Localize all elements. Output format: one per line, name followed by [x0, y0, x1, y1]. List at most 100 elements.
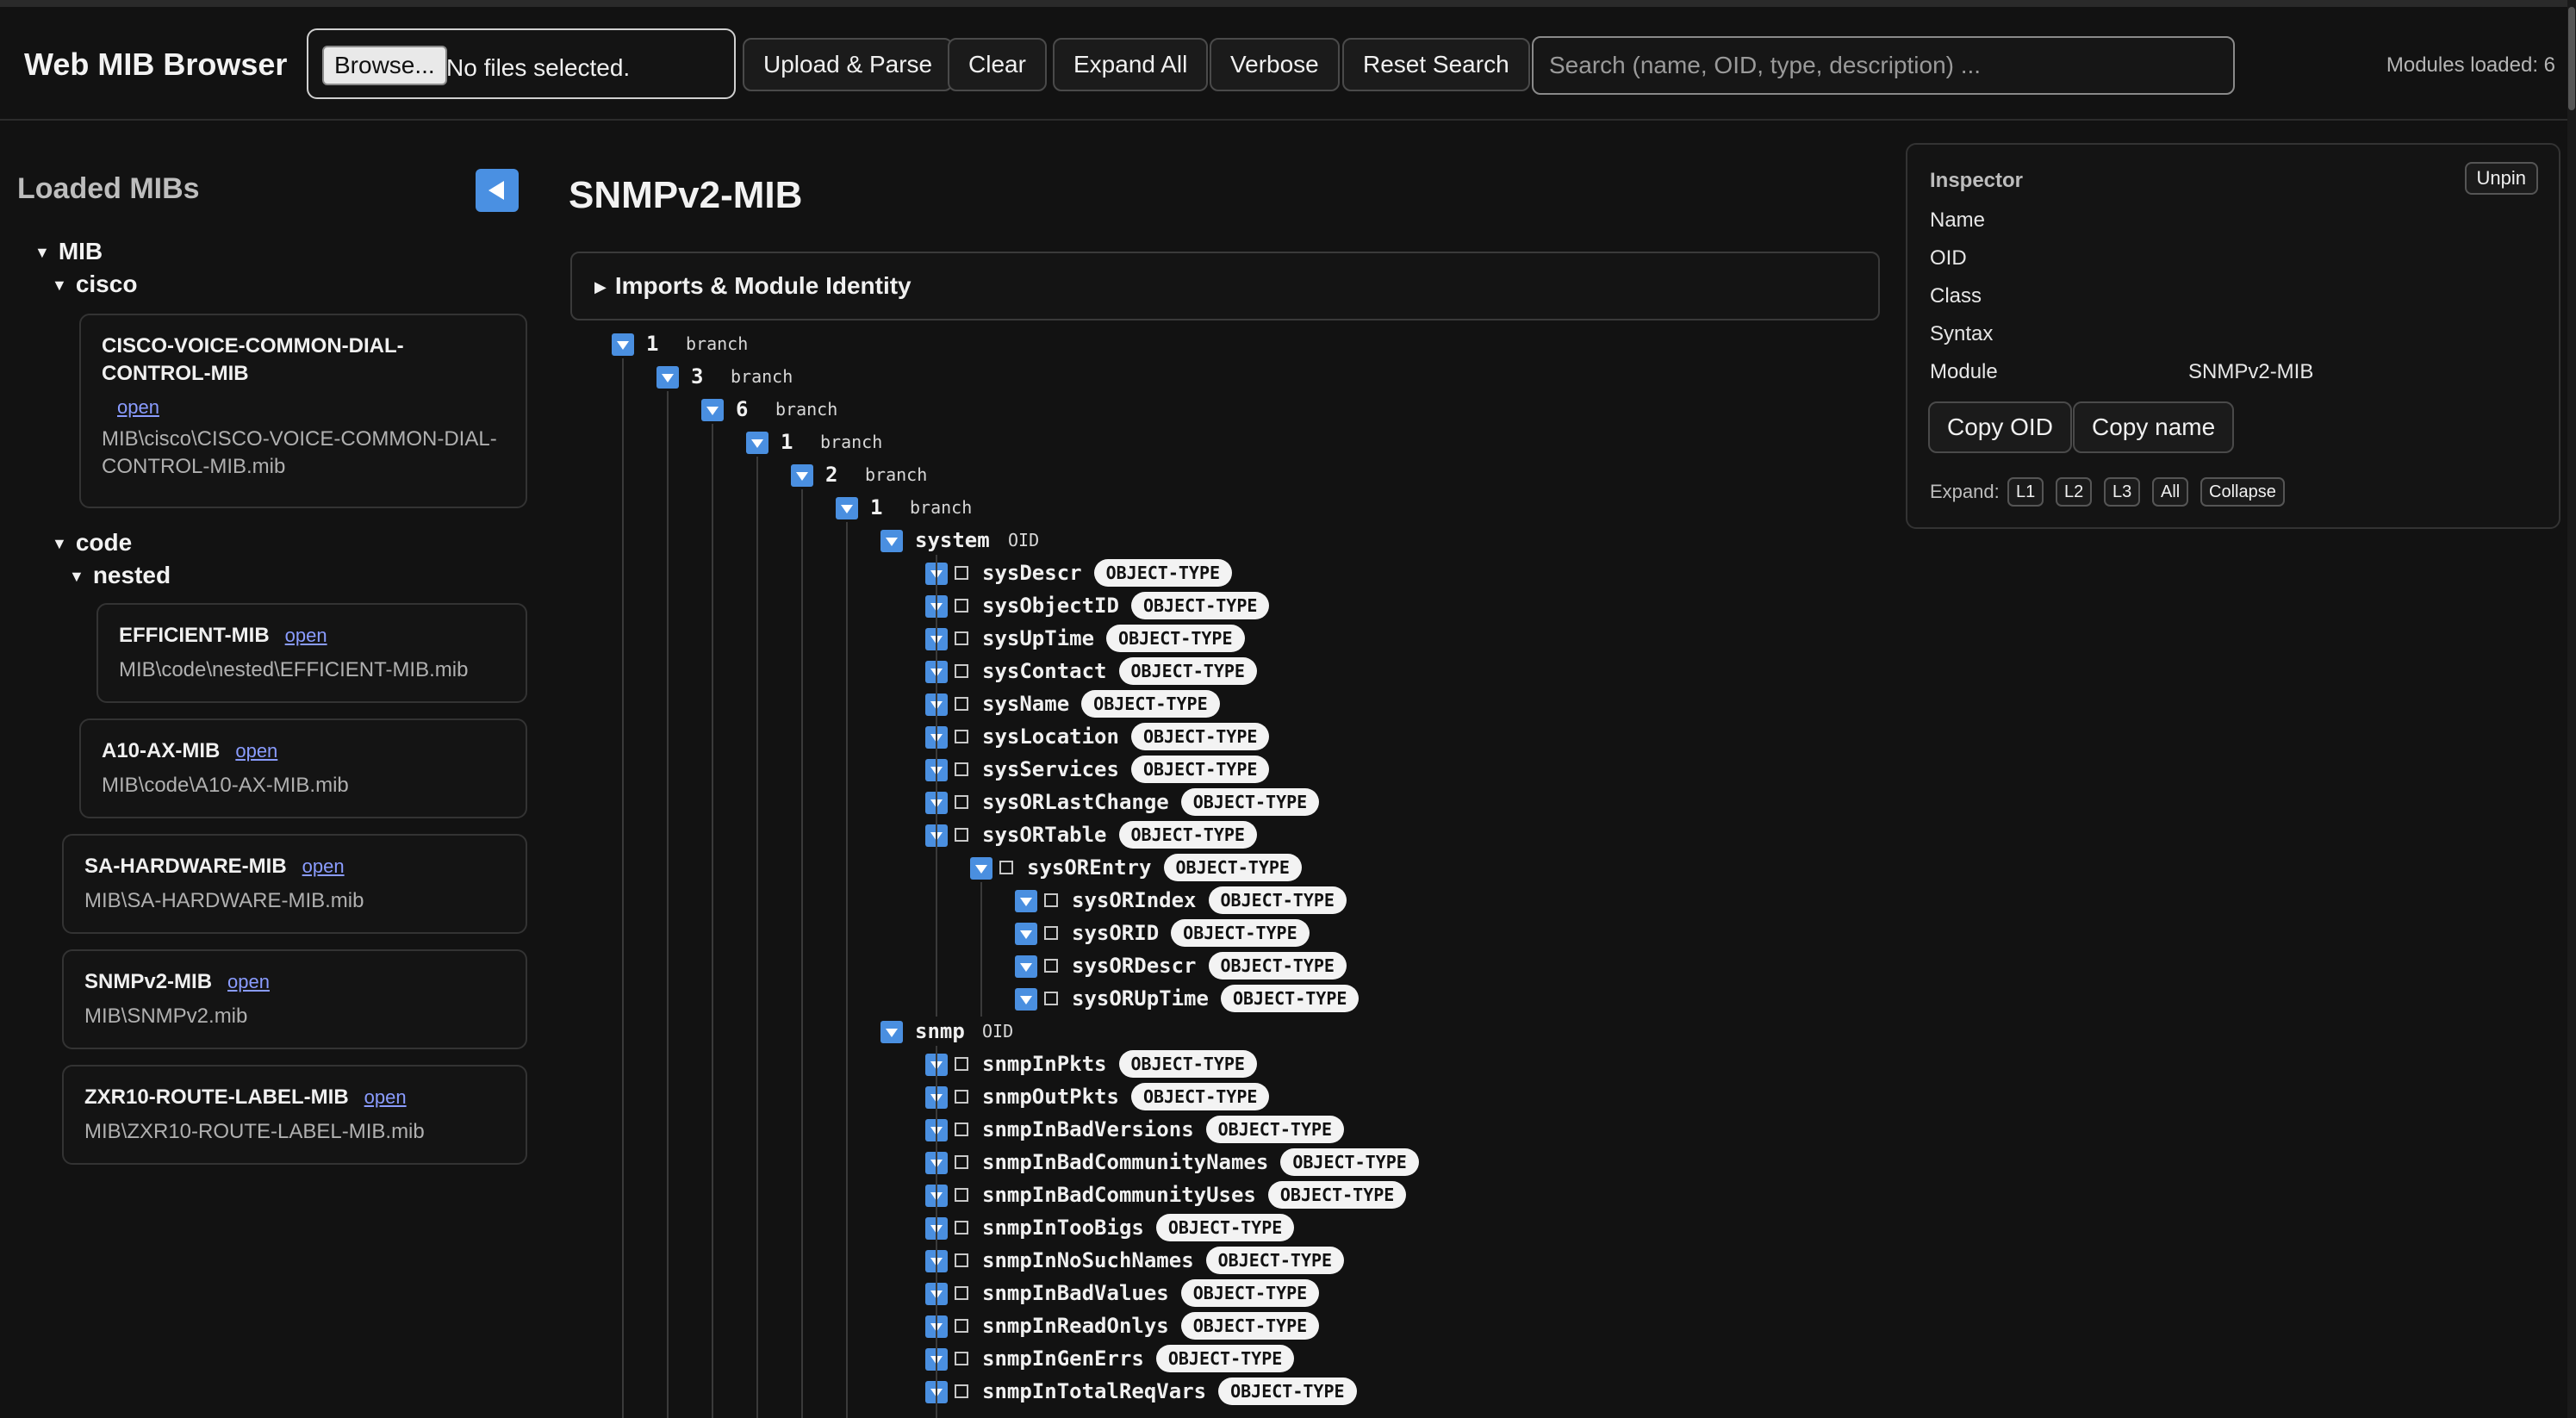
tree-node-object[interactable]: sysOREntry OBJECT-TYPE: [970, 853, 1573, 882]
checkbox-icon[interactable]: [955, 795, 968, 809]
expand-toggle-icon[interactable]: [746, 432, 768, 454]
checkbox-icon[interactable]: [1044, 959, 1058, 973]
expand-toggle-icon[interactable]: [1015, 955, 1037, 978]
object-name[interactable]: sysORID OBJECT-TYPE: [1072, 918, 1310, 948]
object-name[interactable]: sysORUpTime OBJECT-TYPE: [1072, 984, 1360, 1013]
checkbox-icon[interactable]: [955, 664, 968, 678]
folder-nested[interactable]: ▼ nested: [69, 562, 171, 589]
expand-toggle-icon[interactable]: [612, 333, 634, 356]
mib-open-link[interactable]: open: [364, 1086, 407, 1108]
tree-node-object[interactable]: snmpInReadOnlys OBJECT-TYPE: [925, 1311, 1528, 1340]
tree-node-branch[interactable]: 3 branch: [656, 362, 1001, 391]
object-name[interactable]: sysORLastChange OBJECT-TYPE: [982, 787, 1320, 817]
checkbox-icon[interactable]: [955, 1253, 968, 1267]
tree-node-object[interactable]: snmpInBadVersions OBJECT-TYPE: [925, 1115, 1528, 1144]
checkbox-icon[interactable]: [955, 762, 968, 776]
checkbox-icon[interactable]: [955, 1319, 968, 1333]
object-name[interactable]: sysLocation OBJECT-TYPE: [982, 722, 1270, 751]
checkbox-icon[interactable]: [955, 1188, 968, 1202]
tree-node-group[interactable]: system OID: [880, 526, 1225, 555]
object-name[interactable]: snmpOutPkts OBJECT-TYPE: [982, 1082, 1270, 1111]
tree-node-object[interactable]: sysORUpTime OBJECT-TYPE: [1015, 984, 1618, 1013]
tree-node-object[interactable]: sysObjectID OBJECT-TYPE: [925, 591, 1528, 620]
tree-node-object[interactable]: snmpOutPkts OBJECT-TYPE: [925, 1082, 1528, 1111]
tree-node-object[interactable]: snmpInBadCommunityNames OBJECT-TYPE: [925, 1147, 1528, 1177]
folder-cisco[interactable]: ▼ cisco: [52, 271, 137, 298]
tree-node-object[interactable]: snmpInTotalReqVars OBJECT-TYPE: [925, 1377, 1528, 1406]
checkbox-icon[interactable]: [955, 1090, 968, 1104]
checkbox-icon[interactable]: [955, 1057, 968, 1071]
tree-node-object[interactable]: sysORTable OBJECT-TYPE: [925, 820, 1528, 849]
object-name[interactable]: sysDescr OBJECT-TYPE: [982, 558, 1233, 588]
tree-node-branch[interactable]: 1 branch: [746, 427, 1091, 457]
collapse-sidebar-button[interactable]: [476, 169, 519, 212]
expand-toggle-icon[interactable]: [1015, 923, 1037, 945]
checkbox-icon[interactable]: [955, 730, 968, 743]
tree-node-object[interactable]: sysORDescr OBJECT-TYPE: [1015, 951, 1618, 980]
checkbox-icon[interactable]: [955, 1286, 968, 1300]
object-name[interactable]: sysOREntry OBJECT-TYPE: [1027, 853, 1302, 882]
search-input[interactable]: [1532, 36, 2235, 95]
object-name[interactable]: snmpInBadValues OBJECT-TYPE: [982, 1278, 1320, 1308]
collapse-button[interactable]: Collapse: [2200, 477, 2285, 507]
scrollbar-thumb[interactable]: [2568, 7, 2575, 110]
browse-button[interactable]: Browse...: [322, 46, 447, 85]
expand-toggle-icon[interactable]: [880, 530, 903, 552]
checkbox-icon[interactable]: [955, 566, 968, 580]
tree-node-object[interactable]: sysORIndex OBJECT-TYPE: [1015, 886, 1618, 915]
checkbox-icon[interactable]: [955, 1221, 968, 1235]
expand-l3-button[interactable]: L3: [2104, 477, 2141, 507]
tree-node-branch[interactable]: 6 branch: [701, 395, 1046, 424]
object-name[interactable]: snmpInReadOnlys OBJECT-TYPE: [982, 1311, 1320, 1340]
object-name[interactable]: snmpInPkts OBJECT-TYPE: [982, 1049, 1257, 1079]
page-scrollbar[interactable]: [2567, 0, 2576, 1418]
object-name[interactable]: snmpInGenErrs OBJECT-TYPE: [982, 1344, 1295, 1373]
object-name[interactable]: sysUpTime OBJECT-TYPE: [982, 624, 1245, 653]
expand-toggle-icon[interactable]: [701, 399, 724, 421]
object-name[interactable]: snmpInBadCommunityNames OBJECT-TYPE: [982, 1147, 1419, 1177]
tree-node-branch[interactable]: 1 branch: [836, 493, 1180, 522]
expand-all-button[interactable]: Expand All: [1053, 38, 1209, 91]
checkbox-icon[interactable]: [999, 861, 1013, 874]
expand-toggle-icon[interactable]: [791, 464, 813, 487]
expand-toggle-icon[interactable]: [656, 366, 679, 389]
expand-all-levels-button[interactable]: All: [2152, 477, 2189, 507]
object-name[interactable]: snmpInBadVersions OBJECT-TYPE: [982, 1115, 1345, 1144]
copy-name-button[interactable]: Copy name: [2073, 401, 2235, 453]
object-name[interactable]: snmpInTooBigs OBJECT-TYPE: [982, 1213, 1295, 1242]
checkbox-icon[interactable]: [955, 1352, 968, 1365]
tree-node-object[interactable]: snmpInGenErrs OBJECT-TYPE: [925, 1344, 1528, 1373]
tree-node-branch[interactable]: 2 branch: [791, 460, 1136, 489]
upload-parse-button[interactable]: Upload & Parse: [743, 38, 954, 91]
folder-code[interactable]: ▼ code: [52, 529, 132, 557]
expand-toggle-icon[interactable]: [880, 1021, 903, 1043]
checkbox-icon[interactable]: [955, 828, 968, 842]
tree-node-object[interactable]: snmpInBadCommunityUses OBJECT-TYPE: [925, 1180, 1528, 1210]
expand-l2-button[interactable]: L2: [2056, 477, 2093, 507]
expand-toggle-icon[interactable]: [970, 857, 992, 880]
tree-node-object[interactable]: sysORID OBJECT-TYPE: [1015, 918, 1618, 948]
tree-node-object[interactable]: sysUpTime OBJECT-TYPE: [925, 624, 1528, 653]
object-name[interactable]: sysORTable OBJECT-TYPE: [982, 820, 1257, 849]
tree-node-object[interactable]: sysName OBJECT-TYPE: [925, 689, 1528, 718]
expand-toggle-icon[interactable]: [1015, 988, 1037, 1011]
tree-node-object[interactable]: snmpInPkts OBJECT-TYPE: [925, 1049, 1528, 1079]
expand-toggle-icon[interactable]: [1015, 890, 1037, 912]
checkbox-icon[interactable]: [955, 631, 968, 645]
checkbox-icon[interactable]: [1044, 992, 1058, 1005]
object-name[interactable]: snmpInNoSuchNames OBJECT-TYPE: [982, 1246, 1345, 1275]
checkbox-icon[interactable]: [955, 697, 968, 711]
object-name[interactable]: snmpInTotalReqVars OBJECT-TYPE: [982, 1377, 1357, 1406]
expand-l1-button[interactable]: L1: [2007, 477, 2044, 507]
object-name[interactable]: sysORIndex OBJECT-TYPE: [1072, 886, 1347, 915]
tree-node-object[interactable]: sysContact OBJECT-TYPE: [925, 656, 1528, 686]
tree-node-object[interactable]: snmpInNoSuchNames OBJECT-TYPE: [925, 1246, 1528, 1275]
tree-node-object[interactable]: sysORLastChange OBJECT-TYPE: [925, 787, 1528, 817]
checkbox-icon[interactable]: [955, 1384, 968, 1398]
tree-node-group[interactable]: snmp OID: [880, 1017, 1225, 1046]
tree-node-object[interactable]: sysLocation OBJECT-TYPE: [925, 722, 1528, 751]
unpin-button[interactable]: Unpin: [2464, 162, 2538, 195]
expand-toggle-icon[interactable]: [836, 497, 858, 519]
checkbox-icon[interactable]: [955, 1123, 968, 1136]
mib-open-link[interactable]: open: [302, 855, 345, 877]
